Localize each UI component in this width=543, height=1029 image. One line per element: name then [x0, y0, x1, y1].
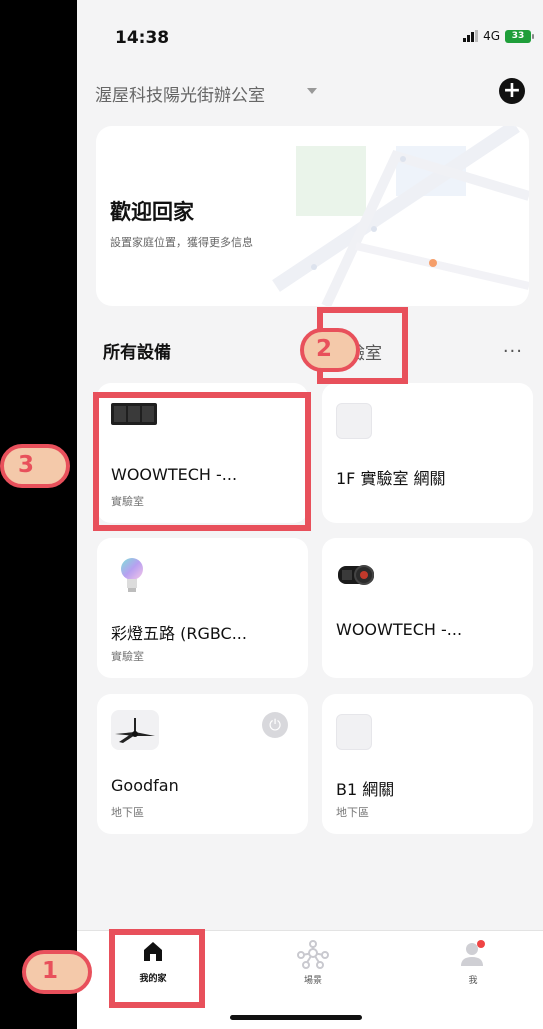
- device-name: WOOWTECH -...: [336, 620, 463, 639]
- annotation-number: 1: [42, 958, 59, 984]
- spotlight-icon: [338, 565, 374, 585]
- status-bar: 14:38 4G 33: [77, 0, 543, 80]
- highlight-box-device-card: [93, 392, 311, 531]
- more-options-button[interactable]: ...: [503, 336, 523, 357]
- chevron-down-icon[interactable]: [307, 88, 317, 94]
- home-selector[interactable]: 渥屋科技陽光街辦公室: [95, 81, 265, 106]
- welcome-card[interactable]: 歡迎回家 設置家庭位置，獲得更多信息: [96, 126, 529, 306]
- device-card[interactable]: 彩燈五路 (RGBC... 實驗室: [97, 538, 308, 678]
- device-name: 彩燈五路 (RGBC...: [111, 624, 247, 643]
- device-room: 地下區: [111, 806, 144, 819]
- annotation-number: 2: [316, 336, 333, 362]
- tab-scenes[interactable]: 場景: [273, 939, 353, 986]
- tab-me-label: 我: [468, 976, 478, 986]
- status-icons: 4G 33: [463, 29, 534, 43]
- gateway-icon: [336, 403, 372, 439]
- phone-screen: 14:38 4G 33 渥屋科技陽光街辦公室 + 歡迎回家 設置家庭位置，獲得更…: [77, 0, 543, 1029]
- device-card[interactable]: B1 網關 地下區: [322, 694, 533, 834]
- device-room: 地下區: [336, 806, 369, 819]
- add-device-button[interactable]: +: [499, 78, 525, 104]
- notification-dot: [477, 940, 485, 948]
- fan-glyph-icon: [115, 718, 155, 743]
- tab-scenes-label: 場景: [303, 976, 322, 986]
- status-time: 14:38: [115, 28, 170, 48]
- network-label: 4G: [483, 29, 500, 43]
- device-name: Goodfan: [111, 776, 179, 795]
- welcome-subtitle[interactable]: 設置家庭位置，獲得更多信息: [110, 234, 253, 250]
- device-card[interactable]: 1F 實驗室 網關: [322, 383, 533, 523]
- bulb-icon: [121, 558, 143, 592]
- profile-icon: [461, 940, 485, 966]
- gateway-icon: [336, 714, 372, 750]
- home-indicator[interactable]: [230, 1015, 362, 1020]
- tab-me[interactable]: 我: [433, 939, 513, 986]
- scenes-icon: [297, 940, 329, 969]
- annotation-number: 3: [18, 452, 35, 478]
- device-name: B1 網關: [336, 780, 395, 799]
- tab-all-devices[interactable]: 所有設備: [103, 338, 171, 363]
- device-card[interactable]: ⏻ Goodfan 地下區: [97, 694, 308, 834]
- annotation-badge-2: 2: [300, 328, 360, 372]
- battery-icon: 33: [505, 29, 534, 43]
- signal-icon: [463, 30, 479, 42]
- device-name: 1F 實驗室 網關: [336, 469, 446, 488]
- home-header: 渥屋科技陽光街辦公室 +: [95, 76, 525, 106]
- device-card[interactable]: WOOWTECH -...: [322, 538, 533, 678]
- device-room: 實驗室: [111, 650, 144, 663]
- power-button[interactable]: ⏻: [262, 712, 288, 738]
- annotation-badge-1: 1: [22, 950, 92, 994]
- ceiling-fan-icon: [111, 710, 159, 750]
- highlight-box-home-tab: [109, 929, 205, 1008]
- welcome-title: 歡迎回家: [110, 200, 194, 224]
- annotation-badge-3: 3: [0, 444, 70, 488]
